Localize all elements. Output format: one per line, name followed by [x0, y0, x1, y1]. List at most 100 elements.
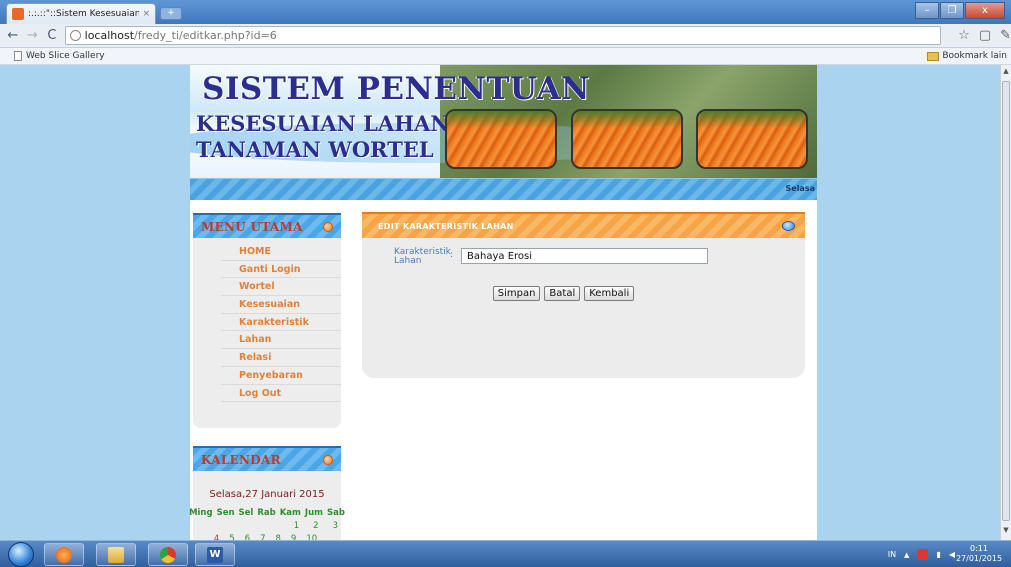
menu-item-penyebaran[interactable]: Penyebaran [221, 367, 341, 385]
main-menu-header: MENU UTAMA [193, 213, 341, 238]
calendar-header: KALENDAR [193, 446, 341, 471]
menu-item-kesesuaian[interactable]: Kesesuaian [221, 296, 341, 314]
weekday: Kam [279, 508, 301, 518]
bookmark-other[interactable]: Bookmark lain [927, 51, 1007, 61]
menu-item-log-out[interactable]: Log Out [221, 385, 341, 403]
carrot-photo-2 [571, 109, 683, 169]
bookmark-label: Web Slice Gallery [26, 51, 105, 61]
browser-toolbar: ← → C localhost /fredy_ti/editkar.php?id… [0, 24, 1011, 48]
address-bar[interactable]: localhost /fredy_ti/editkar.php?id=6 [64, 26, 942, 45]
tab-title: :.:.::"::Sistem Kesesuaian ... [28, 9, 140, 19]
window-controls: – ❐ x [914, 2, 1005, 19]
kembali-button[interactable]: Kembali [584, 286, 635, 301]
site-subtitle-line-1: KESESUAIAN LAHAN [196, 111, 450, 136]
menu-item-lahan[interactable]: Lahan [221, 331, 341, 350]
taskbar-word[interactable]: W [195, 543, 235, 566]
menu-item-home[interactable]: HOME [221, 243, 341, 261]
show-hidden-icons-icon[interactable]: ▲ [904, 551, 909, 559]
url-path: /fredy_ti/editkar.php?id=6 [134, 29, 277, 42]
taskbar-clock[interactable]: 0:11 27/01/2015 [955, 544, 1003, 564]
maximize-button[interactable]: ❐ [940, 2, 964, 19]
folder-icon [927, 51, 940, 61]
bookmark-web-slice-gallery[interactable]: Web Slice Gallery [14, 51, 105, 61]
collapse-dot-icon [323, 221, 333, 232]
edit-karakteristik-panel: EDIT KARAKTERISTIK LAHAN Karakteristik L… [362, 212, 805, 378]
reload-icon[interactable]: C [45, 28, 59, 43]
carrot-photo-1 [445, 109, 557, 169]
calendar-date: Selasa,27 Januari 2015 [209, 489, 325, 500]
tray-app-icon[interactable] [917, 549, 929, 560]
bookmark-other-label: Bookmark lain [942, 51, 1007, 61]
back-arrow-icon[interactable]: ← [6, 28, 20, 43]
taskbar-firefox[interactable] [44, 543, 84, 566]
weekday: Sel [238, 508, 254, 518]
signal-icon[interactable]: ▮ [936, 550, 940, 559]
panel-title: EDIT KARAKTERISTIK LAHAN [378, 221, 514, 231]
new-tab-button[interactable]: + [160, 7, 182, 20]
form-row-karakteristik: Karakteristik Lahan : [394, 247, 709, 266]
weekday: Jum [304, 508, 323, 518]
globe-icon [69, 30, 81, 41]
form-buttons: Simpan Batal Kembali [362, 286, 805, 301]
calendar-day: 2 [313, 521, 319, 531]
menu-item-relasi[interactable]: Relasi [221, 349, 341, 367]
main-menu-title: MENU UTAMA [201, 219, 303, 234]
scroll-down-icon[interactable]: ▼ [1001, 526, 1011, 538]
firefox-icon [56, 546, 72, 563]
weekday: Sab [326, 508, 345, 518]
browser-tabbar: :.:.::"::Sistem Kesesuaian ... × + – ❐ x [0, 0, 1011, 24]
site-title: SISTEM PENENTUAN [202, 71, 590, 107]
simpan-button[interactable]: Simpan [492, 286, 541, 301]
windows-taskbar: W IN ▲ ▮ ◀ 0:11 27/01/2015 [0, 540, 1011, 567]
close-tab-icon[interactable]: × [142, 9, 150, 19]
menu-item-karakteristik[interactable]: Karakteristik [221, 314, 341, 332]
word-icon: W [207, 546, 223, 563]
taskbar-explorer[interactable] [96, 543, 136, 566]
header-banner: SISTEM PENENTUAN KESESUAIAN LAHAN TANAMA… [190, 65, 817, 178]
calendar-day: 1 [293, 521, 300, 531]
vertical-scrollbar[interactable]: ▲ ▼ [1000, 65, 1011, 540]
site-favicon-icon [12, 8, 24, 20]
main-menu-box: MENU UTAMA HOME Ganti Login Wortel Keses… [193, 213, 341, 428]
karakteristik-label: Karakteristik Lahan [394, 247, 451, 266]
carrot-photo-3 [696, 109, 808, 169]
calendar-week-row: 1 2 3 [193, 521, 341, 531]
url-host: localhost [84, 29, 135, 42]
site-subtitle-line-2: TANAMAN WORTEL [196, 137, 434, 162]
calendar-body: Selasa,27 Januari 2015 Ming Sen Sel Rab … [189, 489, 345, 540]
header-strip: Selasa [190, 178, 817, 200]
star-bookmark-icon[interactable]: ☆ [958, 28, 970, 43]
system-tray: IN ▲ ▮ ◀ [888, 549, 955, 560]
clock-date: 27/01/2015 [955, 554, 1003, 563]
chrome-icon [160, 546, 176, 563]
scroll-thumb[interactable] [1002, 81, 1010, 521]
minimize-button[interactable]: – [915, 2, 939, 19]
calendar-box: KALENDAR Selasa,27 Januari 2015 Ming Sen… [189, 446, 345, 540]
collapse-dot-icon [782, 221, 795, 231]
batal-button[interactable]: Batal [544, 286, 581, 301]
close-window-button[interactable]: x [965, 2, 1005, 19]
scroll-up-icon[interactable]: ▲ [1001, 67, 1011, 79]
calendar-weekdays: Ming Sen Sel Rab Kam Jum Sab [189, 508, 345, 518]
page-container: SISTEM PENENTUAN KESESUAIAN LAHAN TANAMA… [189, 65, 817, 540]
calendar-day: 3 [332, 521, 338, 531]
wrench-menu-icon[interactable]: ✎ [1000, 28, 1011, 43]
collapse-dot-icon [323, 454, 333, 465]
weekday: Sen [216, 508, 235, 518]
page-menu-icon[interactable]: ▢ [979, 28, 991, 43]
page-icon [14, 51, 22, 61]
menu-item-ganti-login[interactable]: Ganti Login [221, 261, 341, 279]
menu-item-wortel[interactable]: Wortel [221, 278, 341, 297]
field-colon: : [450, 250, 454, 260]
browser-tab[interactable]: :.:.::"::Sistem Kesesuaian ... × [6, 3, 156, 24]
clock-time: 0:11 [970, 544, 988, 553]
page-viewport: SISTEM PENENTUAN KESESUAIAN LAHAN TANAMA… [0, 65, 1000, 540]
folder-icon [108, 546, 124, 563]
karakteristik-input[interactable] [461, 248, 709, 264]
language-indicator[interactable]: IN [888, 550, 896, 559]
taskbar-chrome[interactable] [148, 543, 188, 566]
main-menu-list: HOME Ganti Login Wortel Kesesuaian Karak… [193, 238, 341, 403]
start-button[interactable] [8, 542, 34, 567]
bookmarks-bar: Web Slice Gallery Bookmark lain [0, 48, 1011, 65]
forward-arrow-icon[interactable]: → [26, 28, 40, 43]
